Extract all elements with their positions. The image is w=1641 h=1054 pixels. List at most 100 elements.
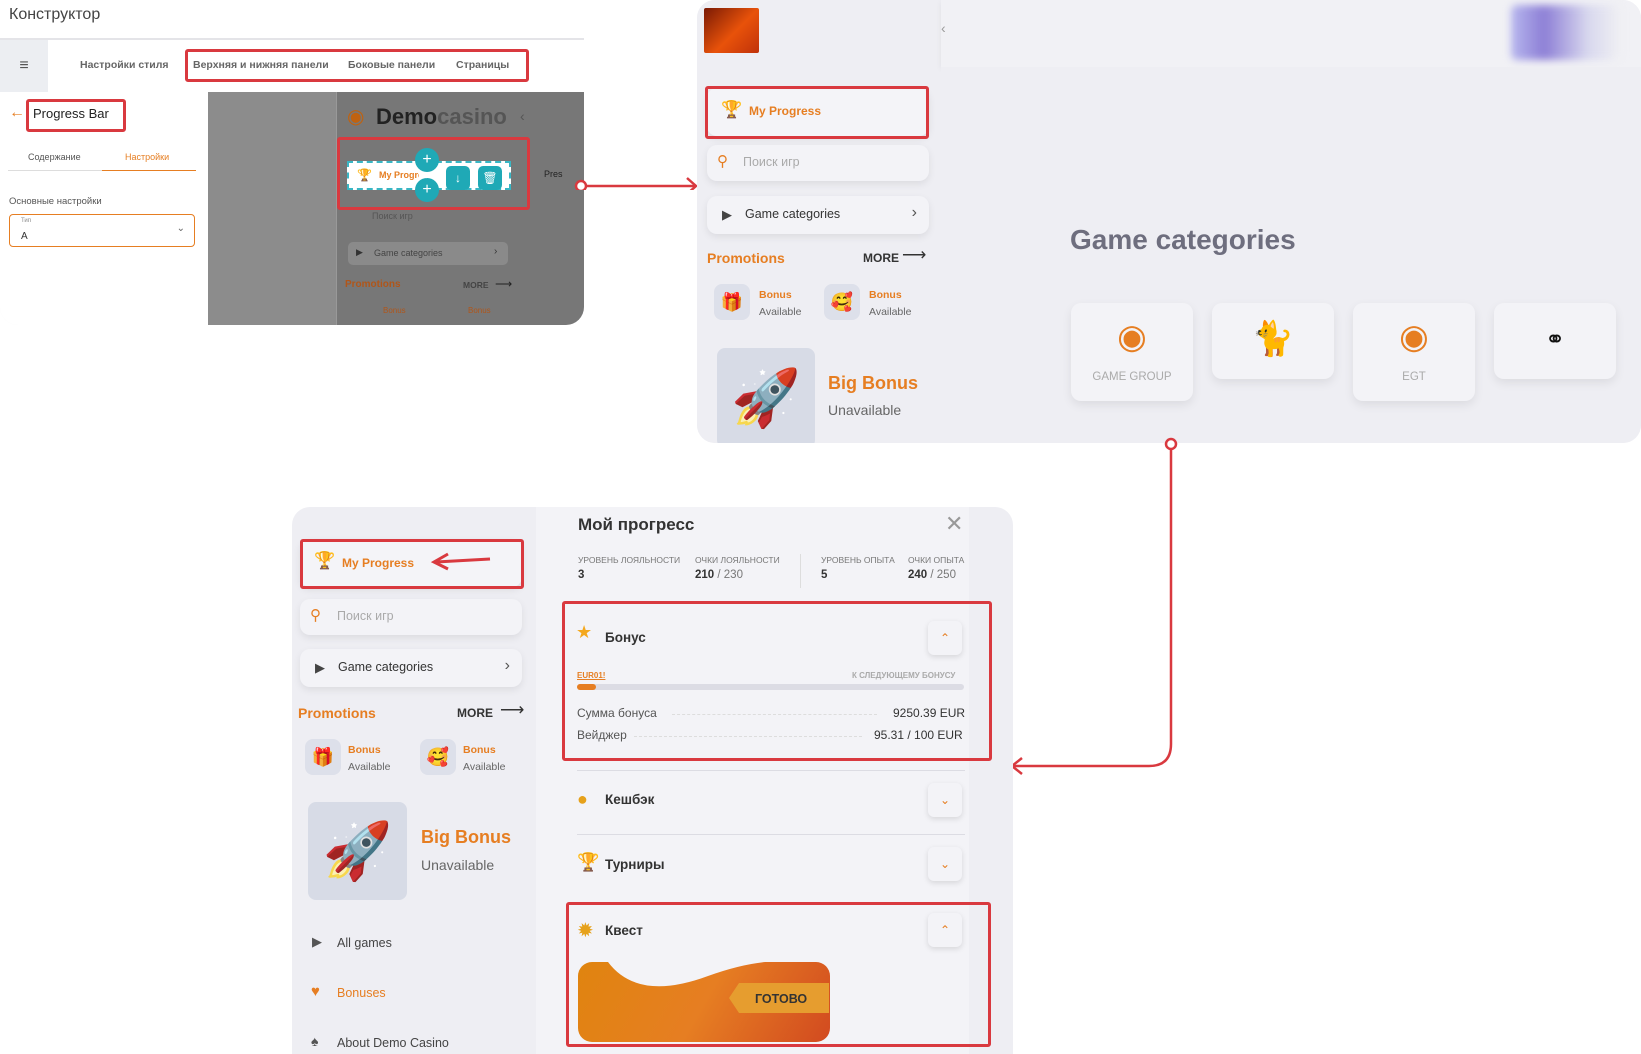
search-placeholder: Поиск игр bbox=[337, 609, 394, 623]
modal-title: Мой прогресс bbox=[578, 515, 695, 534]
bonus-2-icon[interactable]: 🥰 bbox=[420, 739, 456, 775]
connector-arrow-2 bbox=[1009, 437, 1178, 775]
bonus-1-status: Available bbox=[348, 761, 391, 773]
preview-bonus-1: Bonus bbox=[383, 306, 406, 315]
demo-logo-text: Democasino bbox=[376, 104, 507, 130]
chevron-down-icon[interactable]: ⌄ bbox=[928, 783, 962, 817]
stat-loyalty-level-value: 3 bbox=[578, 569, 585, 581]
game-categories-button[interactable]: ▶ Game categories › bbox=[707, 196, 929, 234]
provider-label-game-group: GAME GROUP bbox=[1092, 371, 1172, 383]
big-bonus-title[interactable]: Big Bonus bbox=[828, 373, 918, 394]
arrow-right-icon: ⟶ bbox=[495, 277, 513, 291]
subtab-active-underline bbox=[102, 170, 196, 171]
provider-card-egt[interactable]: ◉ EGT bbox=[1353, 303, 1475, 401]
chevron-right-icon: › bbox=[494, 246, 498, 257]
nav-all-games[interactable]: All games bbox=[337, 936, 392, 950]
close-icon[interactable]: ✕ bbox=[945, 511, 963, 537]
chevron-down-icon[interactable]: ⌄ bbox=[928, 847, 962, 881]
stats-divider bbox=[800, 554, 801, 588]
provider-card-game-group[interactable]: ◉ GAME GROUP bbox=[1071, 303, 1193, 401]
stat-loyalty-level-label: Уровень лояльности bbox=[578, 555, 681, 565]
arrow-right-icon[interactable]: ⟶ bbox=[902, 245, 926, 265]
rocket-icon[interactable]: 🚀 bbox=[308, 802, 407, 900]
provider-card-balloons[interactable]: ⚭ bbox=[1494, 303, 1616, 379]
big-bonus-title[interactable]: Big Bonus bbox=[421, 827, 511, 848]
stat-loyalty-points-value: 210 / 230 bbox=[695, 569, 743, 581]
balloons-logo-icon: ⚭ bbox=[1544, 326, 1566, 353]
promotions-heading: Promotions bbox=[707, 250, 785, 266]
menu-icon[interactable]: ≡ bbox=[0, 40, 48, 92]
highlight-my-progress bbox=[705, 86, 929, 139]
coin-icon: ● bbox=[577, 789, 588, 809]
highlight-preview-element bbox=[337, 137, 530, 210]
subtab-content[interactable]: Содержание bbox=[28, 152, 81, 162]
spade-icon: ♠ bbox=[311, 1033, 319, 1049]
play-icon: ▶ bbox=[312, 934, 322, 949]
promotions-heading: Promotions bbox=[298, 705, 376, 721]
game-categories-label: Game categories bbox=[338, 660, 434, 674]
bonus-2-icon[interactable]: 🥰 bbox=[824, 284, 860, 320]
highlight-my-progress bbox=[300, 539, 524, 589]
highlight-quest-section bbox=[566, 902, 991, 1047]
bonus-2-status: Available bbox=[463, 761, 506, 773]
game-categories-button[interactable]: ▶ Game categories › bbox=[300, 649, 522, 687]
search-placeholder: Поиск игр bbox=[743, 155, 800, 169]
subtab-divider bbox=[8, 170, 102, 171]
main-settings-label: Основные настройки bbox=[9, 196, 102, 207]
bonus-1-title[interactable]: Bonus bbox=[759, 289, 792, 301]
bonus-2-title[interactable]: Bonus bbox=[463, 744, 496, 756]
type-select[interactable]: Тип A ⌄ bbox=[9, 214, 195, 247]
bonus-1-icon[interactable]: 🎁 bbox=[714, 284, 750, 320]
tab-style-settings[interactable]: Настройки стиля bbox=[80, 59, 169, 71]
search-icon: ⚲ bbox=[310, 607, 321, 624]
nav-about[interactable]: About Demo Casino bbox=[337, 1036, 449, 1050]
arrow-right-icon[interactable]: ⟶ bbox=[500, 700, 524, 720]
bonus-1-status: Available bbox=[759, 306, 802, 318]
collapse-sidebar-icon[interactable]: ‹ bbox=[941, 20, 946, 36]
provider-label-egt: EGT bbox=[1402, 371, 1426, 383]
casino-logo[interactable] bbox=[704, 8, 759, 53]
preview-search: Поиск игр bbox=[372, 211, 413, 221]
highlight-tabs bbox=[185, 49, 529, 82]
play-icon: ▶ bbox=[315, 660, 325, 675]
search-input[interactable]: ⚲ Поиск игр bbox=[300, 599, 522, 635]
chevron-right-icon: › bbox=[911, 204, 917, 221]
back-arrow-icon[interactable]: ← bbox=[9, 104, 25, 122]
logo-casino: casino bbox=[437, 104, 507, 129]
bonus-2-title[interactable]: Bonus bbox=[869, 289, 902, 301]
preview-overlay-left bbox=[208, 92, 336, 325]
chevron-down-icon: ⌄ bbox=[176, 223, 185, 234]
sidebar-preview-panel: ‹ 🏆 My Progress ⚲ Поиск игр ▶ Game categ… bbox=[697, 0, 1641, 443]
bonus-1-title[interactable]: Bonus bbox=[348, 744, 381, 756]
section-divider bbox=[577, 834, 965, 835]
collapse-icon[interactable]: ‹ bbox=[520, 108, 525, 124]
cat-logo-icon: 🐈 bbox=[1251, 320, 1295, 358]
stat-loyalty-points-label: Очки лояльности bbox=[695, 555, 780, 565]
big-bonus-status: Unavailable bbox=[828, 402, 902, 418]
subtab-settings[interactable]: Настройки bbox=[125, 152, 169, 162]
stat-xp-points-value: 240 / 250 bbox=[908, 569, 956, 581]
chevron-right-icon: › bbox=[504, 657, 510, 674]
rocket-icon[interactable]: 🚀 bbox=[717, 348, 815, 443]
game-categories-heading: Game categories bbox=[1070, 224, 1296, 255]
type-label: Тип bbox=[21, 218, 32, 224]
provider-card-cat[interactable]: 🐈 bbox=[1212, 303, 1334, 379]
preview-promotions: Promotions bbox=[345, 279, 401, 290]
highlight-section-title bbox=[26, 99, 126, 132]
more-link[interactable]: MORE bbox=[457, 706, 493, 720]
type-value: A bbox=[21, 231, 28, 242]
play-icon: ▶ bbox=[722, 207, 732, 222]
bonus-1-icon[interactable]: 🎁 bbox=[305, 739, 341, 775]
connector-arrow-1 bbox=[574, 177, 698, 190]
more-link[interactable]: MORE bbox=[863, 251, 899, 265]
devil-logo-icon: ◉ bbox=[1117, 318, 1147, 356]
big-bonus-status: Unavailable bbox=[421, 857, 495, 873]
search-input[interactable]: ⚲ Поиск игр bbox=[707, 145, 929, 181]
highlight-bonus-section bbox=[562, 601, 992, 761]
cashback-section-title[interactable]: Кешбэк bbox=[605, 792, 654, 807]
nav-bonuses[interactable]: Bonuses bbox=[337, 986, 386, 1000]
tournaments-section-title[interactable]: Турниры bbox=[605, 857, 665, 872]
trophy-icon: 🏆 bbox=[577, 852, 600, 872]
heart-icon: ♥ bbox=[311, 983, 320, 1000]
constructor-topbar: Конструктор bbox=[0, 0, 584, 40]
